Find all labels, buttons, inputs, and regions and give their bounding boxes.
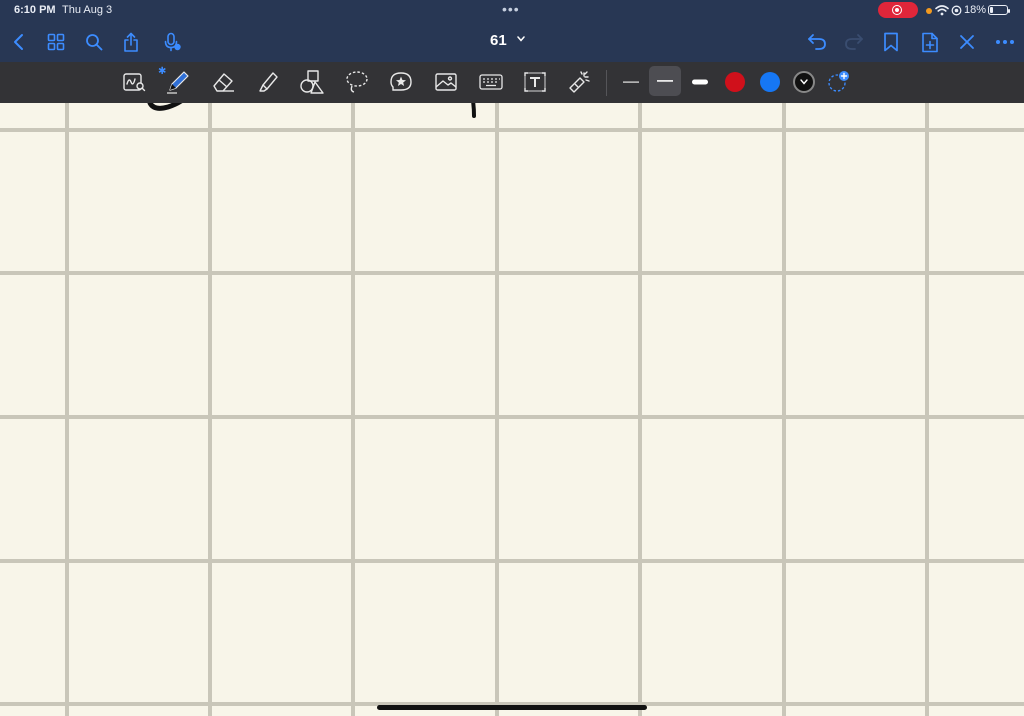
chevron-down-icon [800, 79, 808, 85]
grid-line-vertical [925, 103, 929, 716]
grid-line-vertical [782, 103, 786, 716]
status-bar: 6:10 PM Thu Aug 3 ••• 18% [0, 0, 1024, 22]
share-icon[interactable] [119, 30, 143, 54]
battery-icon [988, 5, 1010, 15]
text-box-icon[interactable] [522, 69, 548, 95]
grid-line-vertical [208, 103, 212, 716]
grid-line-vertical [351, 103, 355, 716]
add-color-icon[interactable] [826, 70, 850, 94]
pen-icon[interactable] [165, 69, 191, 95]
lasso-icon[interactable] [344, 69, 370, 95]
handwriting-search-icon[interactable] [121, 69, 147, 95]
grid-line-vertical [638, 103, 642, 716]
battery-percent: 18% [964, 4, 987, 16]
bookmark-icon[interactable] [879, 30, 903, 54]
laser-pointer-icon[interactable] [566, 69, 592, 95]
page-number[interactable]: 61 [490, 32, 507, 49]
stroke-width-medium-selected[interactable] [649, 66, 681, 96]
drawing-toolbar: ✱ [0, 62, 1024, 103]
chevron-down-icon[interactable] [517, 36, 525, 42]
close-icon[interactable] [955, 30, 979, 54]
color-swatch-black-selected[interactable] [793, 71, 815, 93]
more-icon[interactable] [993, 30, 1017, 54]
stroke-width-thick[interactable] [687, 69, 713, 95]
grid-line-vertical [65, 103, 69, 716]
stroke-width-thin[interactable] [618, 69, 644, 95]
grid-line-vertical [495, 103, 499, 716]
undo-icon[interactable] [805, 30, 829, 54]
handwriting-stroke [147, 103, 183, 111]
grid-line-horizontal [0, 415, 1024, 419]
color-swatch-red[interactable] [725, 72, 745, 92]
image-icon[interactable] [433, 69, 459, 95]
location-icon [951, 5, 962, 16]
search-icon[interactable] [82, 30, 106, 54]
grid-line-horizontal [0, 128, 1024, 132]
orange-dot-indicator [926, 8, 932, 14]
toolbar-divider [606, 70, 607, 96]
back-chevron-icon[interactable] [6, 30, 30, 54]
color-swatch-blue[interactable] [760, 72, 780, 92]
home-indicator[interactable] [377, 705, 647, 710]
status-date: Thu Aug 3 [62, 4, 113, 16]
keyboard-icon[interactable] [478, 69, 504, 95]
handwriting-stroke [471, 103, 476, 118]
highlighter-icon[interactable] [255, 69, 281, 95]
thumbnails-grid-icon[interactable] [44, 30, 68, 54]
elements-icon[interactable] [388, 69, 414, 95]
eraser-icon[interactable] [210, 69, 236, 95]
redo-icon[interactable] [842, 30, 866, 54]
microphone-icon[interactable] [160, 30, 184, 54]
grid-line-horizontal [0, 271, 1024, 275]
navigation-bar: 61 [0, 22, 1024, 62]
add-page-icon[interactable] [918, 30, 942, 54]
shapes-icon[interactable] [299, 69, 325, 95]
screen-record-icon[interactable] [878, 2, 918, 18]
grid-line-horizontal [0, 559, 1024, 563]
multitasking-dots-icon[interactable]: ••• [502, 2, 520, 16]
note-canvas[interactable] [0, 103, 1024, 716]
status-time: 6:10 PM [14, 4, 56, 16]
wifi-icon [935, 5, 949, 16]
